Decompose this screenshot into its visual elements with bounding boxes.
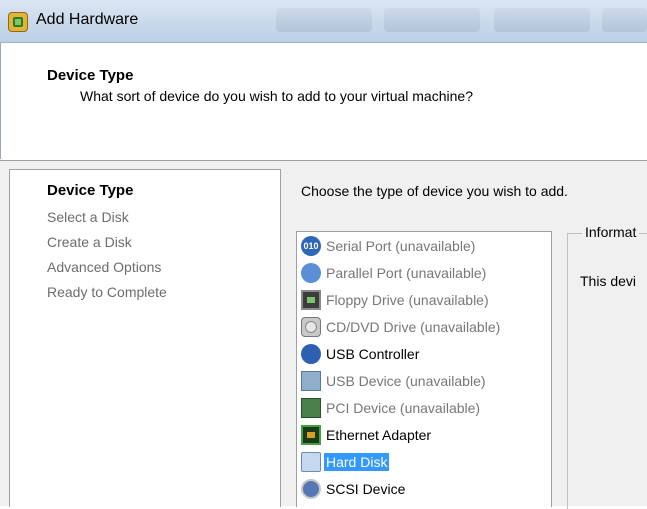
cd-dvd-drive-icon: [301, 316, 321, 337]
pci-device-icon: [301, 397, 321, 418]
wizard-step-select-disk: Select a Disk: [47, 209, 129, 225]
blurred-toolbar-button[interactable]: [276, 8, 372, 32]
device-item-usb-device[interactable]: USB Device (unavailable): [301, 368, 488, 393]
window-title: Add Hardware: [36, 11, 139, 28]
device-label: CD/DVD Drive (unavailable): [326, 318, 501, 335]
information-legend: Informat: [582, 224, 640, 240]
scsi-device-icon: [301, 478, 321, 499]
wizard-steps-panel: Device Type Select a Disk Create a Disk …: [9, 169, 281, 507]
device-item-cd-dvd-drive[interactable]: CD/DVD Drive (unavailable): [301, 314, 502, 339]
device-item-parallel-port[interactable]: Parallel Port (unavailable): [301, 260, 488, 285]
device-label: USB Device (unavailable): [326, 372, 486, 389]
information-text: This devi: [580, 273, 637, 289]
device-label: Floppy Drive (unavailable): [326, 291, 489, 308]
blurred-toolbar-button[interactable]: [384, 8, 480, 32]
device-label: Ethernet Adapter: [326, 426, 432, 443]
vm-app-icon: [8, 12, 28, 32]
parallel-port-icon: [301, 262, 321, 283]
device-item-floppy-drive[interactable]: Floppy Drive (unavailable): [301, 287, 491, 312]
page-subtitle: What sort of device do you wish to add t…: [80, 88, 473, 104]
wizard-step-ready-to-complete: Ready to Complete: [47, 284, 167, 300]
usb-controller-icon: [301, 343, 321, 364]
device-item-hard-disk[interactable]: Hard Disk: [301, 449, 390, 474]
device-label: Parallel Port (unavailable): [326, 264, 487, 281]
device-item-ethernet-adapter[interactable]: Ethernet Adapter: [301, 422, 433, 447]
wizard-header: Device Type What sort of device do you w…: [0, 43, 647, 159]
device-label: USB Controller: [326, 345, 420, 362]
title-bar: Add Hardware: [0, 0, 647, 43]
blurred-toolbar-button[interactable]: [602, 8, 647, 32]
device-item-usb-controller[interactable]: USB Controller: [301, 341, 421, 366]
blurred-toolbar-button[interactable]: [494, 8, 590, 32]
device-label: Hard Disk: [324, 452, 390, 471]
hard-disk-icon: [301, 451, 321, 472]
device-item-pci-device[interactable]: PCI Device (unavailable): [301, 395, 482, 420]
wizard-body: Device Type Select a Disk Create a Disk …: [0, 160, 647, 509]
device-item-scsi-device[interactable]: SCSI Device: [301, 476, 407, 501]
device-label: Serial Port (unavailable): [326, 237, 476, 254]
ethernet-adapter-icon: [301, 424, 321, 445]
serial-port-icon: 010: [301, 235, 321, 256]
device-type-prompt: Choose the type of device you wish to ad…: [301, 183, 568, 199]
device-label: SCSI Device: [326, 480, 406, 497]
wizard-step-create-disk: Create a Disk: [47, 234, 132, 250]
device-type-list[interactable]: 010 Serial Port (unavailable) Parallel P…: [296, 231, 552, 507]
wizard-step-advanced-options: Advanced Options: [47, 259, 162, 275]
floppy-drive-icon: [301, 289, 321, 310]
device-label: PCI Device (unavailable): [326, 399, 481, 416]
usb-device-icon: [301, 370, 321, 391]
wizard-step-device-type: Device Type: [47, 182, 134, 199]
page-title: Device Type: [47, 67, 134, 84]
device-item-serial-port[interactable]: 010 Serial Port (unavailable): [301, 233, 477, 258]
